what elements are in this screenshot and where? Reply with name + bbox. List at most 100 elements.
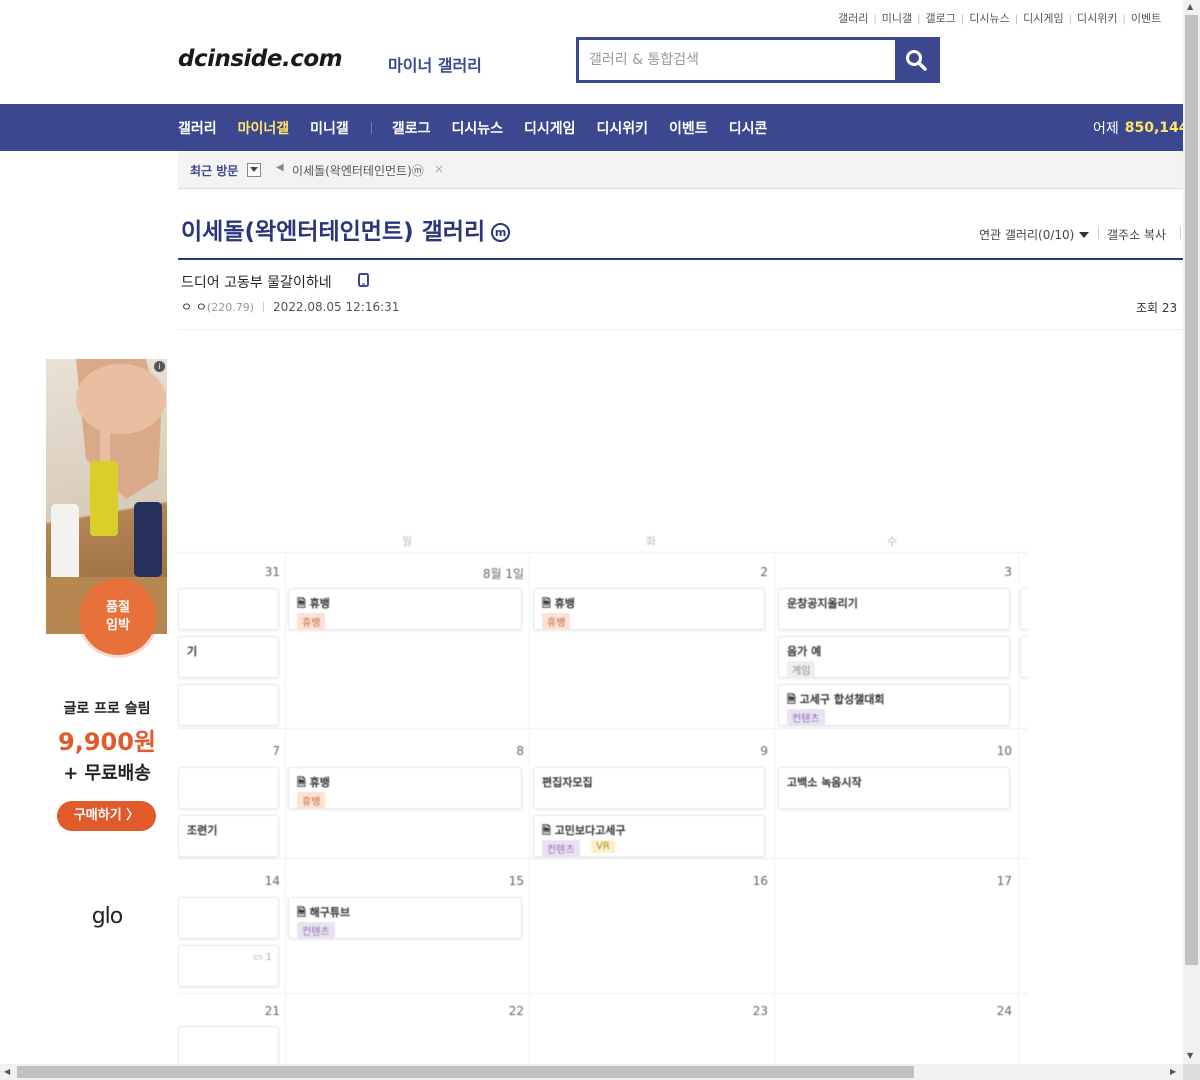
minor-gallery-logo[interactable]: 마이너 갤러리 bbox=[388, 52, 482, 76]
recent-prev-arrow-icon[interactable]: ◀ bbox=[276, 162, 284, 173]
nav-item[interactable]: 디시콘 bbox=[729, 118, 768, 138]
calendar-event-title: 고백소 녹음시작 bbox=[787, 776, 862, 789]
post-image-calendar[interactable]: 월 화 수 31 8월 1일 2 3 7 8 9 10 14 15 16 17 21 22 23 24 🗎 휴뱅 휴뱅 🗎… bbox=[178, 340, 1028, 1064]
calendar-date: 21 bbox=[264, 1004, 280, 1018]
calendar-date: 24 bbox=[996, 1004, 1012, 1018]
nav-item[interactable]: 갤로그 bbox=[392, 118, 431, 138]
dcinside-logo[interactable]: dcinside.com bbox=[178, 46, 343, 72]
calendar-header-line bbox=[178, 552, 1028, 553]
calendar-event-card: 🗎 휴뱅 휴뱅 bbox=[288, 588, 522, 630]
calendar-weekday: 화 bbox=[646, 535, 657, 548]
calendar-event-tag: 컨텐츠 bbox=[542, 840, 580, 857]
calendar-event-card: 🗎 휴뱅 휴뱅 bbox=[533, 588, 765, 630]
scroll-down-arrow-icon[interactable]: ▼ bbox=[1187, 1051, 1193, 1060]
calendar-date: 8 bbox=[516, 744, 524, 758]
top-link[interactable]: 디시게임 bbox=[1023, 12, 1063, 25]
calendar-event-card: 고백소 녹음시작 bbox=[778, 767, 1010, 809]
calendar-event-tag: 휴뱅 bbox=[297, 792, 326, 809]
divider: | bbox=[1122, 14, 1126, 25]
calendar-column-line bbox=[285, 552, 286, 1064]
nav-item[interactable]: 미니갤 bbox=[310, 118, 349, 138]
top-link[interactable]: 미니갤 bbox=[882, 12, 912, 25]
divider: | bbox=[1014, 14, 1019, 25]
copy-gallery-address-button[interactable]: 갤주소 복사 bbox=[1107, 226, 1166, 243]
calendar-date: 8월 1일 bbox=[482, 567, 524, 581]
global-nav-items: 갤러리 마이너갤 미니갤 갤로그 디시뉴스 디시게임 디시위키 이벤트 디시콘 bbox=[178, 104, 788, 151]
top-link[interactable]: 갤로그 bbox=[926, 12, 956, 25]
scroll-left-arrow-icon[interactable]: ◀ bbox=[4, 1067, 10, 1076]
calendar-comment-count: ▭ 1 bbox=[253, 952, 272, 963]
minor-gallery-badge-icon: m bbox=[491, 223, 511, 242]
search-input[interactable] bbox=[579, 40, 897, 80]
gallery-title[interactable]: 이세돌(왁엔터테인먼트) 갤러리 m bbox=[181, 212, 511, 246]
calendar-event-tag: 컨텐츠 bbox=[787, 709, 825, 726]
gallery-title-text: 이세돌(왁엔터테인먼트) 갤러리 bbox=[181, 219, 486, 245]
calendar-event-title: 운창공지올리기 bbox=[787, 597, 858, 610]
calendar-event-title: 🗎 휴뱅 bbox=[297, 597, 330, 610]
recent-visit-toggle[interactable] bbox=[247, 163, 261, 177]
calendar-event-title: 🗎 해구튜브 bbox=[297, 906, 351, 919]
scroll-up-arrow-icon[interactable]: ▲ bbox=[1187, 2, 1193, 11]
divider: | bbox=[1068, 14, 1072, 25]
nav-item[interactable]: 디시뉴스 bbox=[451, 118, 503, 138]
calendar-date: 2 bbox=[760, 565, 768, 579]
calendar-event-card: 🗎 고세구 합성챌대회 컨텐츠 bbox=[778, 684, 1010, 726]
horizontal-scrollbar[interactable]: ◀ ▶ bbox=[0, 1064, 1183, 1080]
yesterday-visitors: 어제 850,144 bbox=[1093, 104, 1189, 151]
calendar-date: 17 bbox=[996, 874, 1012, 888]
calendar-event-tag: 컨텐츠 bbox=[297, 922, 335, 939]
glo-logo: glo bbox=[91, 904, 124, 929]
calendar-event-title: 조련기 bbox=[187, 824, 218, 837]
top-link[interactable]: 디시뉴스 bbox=[969, 12, 1009, 25]
related-gallery-dropdown[interactable]: 연관 갤러리(0/10) bbox=[979, 226, 1090, 243]
side-ad-banner[interactable]: i 품절 임박 글로 프로 슬림 9,900원 + 무료배송 구매하기 〉 glo bbox=[46, 359, 168, 959]
calendar-event-title: 편집자모집 bbox=[542, 776, 593, 789]
calendar-date: 9 bbox=[760, 744, 768, 758]
calendar-date: 16 bbox=[752, 874, 768, 888]
calendar-event-card: ▭ 1 bbox=[178, 945, 279, 987]
post-views: 조회 23 bbox=[1136, 301, 1178, 315]
post-author[interactable]: ㅇ ㅇ bbox=[181, 300, 207, 314]
calendar-date: 23 bbox=[752, 1004, 768, 1018]
nav-item[interactable]: 갤러리 bbox=[178, 118, 217, 138]
ad-shipping: + 무료배송 bbox=[63, 763, 151, 784]
calendar-event-tag: 휴뱅 bbox=[542, 613, 571, 630]
calendar-date: 14 bbox=[264, 874, 280, 888]
top-link[interactable]: 이벤트 bbox=[1131, 12, 1161, 25]
calendar-date: 31 bbox=[264, 565, 280, 579]
soldout-badge: 품절 임박 bbox=[80, 579, 156, 655]
comment-icon: ▭ bbox=[252, 952, 266, 963]
ad-info-icon[interactable]: i bbox=[154, 361, 165, 372]
top-link[interactable]: 갤러리 bbox=[838, 12, 868, 25]
calendar-week-line bbox=[178, 858, 1028, 859]
vertical-scroll-thumb[interactable] bbox=[1185, 15, 1198, 965]
chevron-down-icon bbox=[1079, 232, 1090, 238]
nav-item[interactable]: 마이너갤 bbox=[238, 118, 290, 138]
search-box bbox=[576, 37, 940, 83]
scroll-right-arrow-icon[interactable]: ▶ bbox=[1170, 1067, 1176, 1076]
calendar-column-line bbox=[774, 552, 775, 1064]
calendar-event-card bbox=[178, 1026, 279, 1064]
calendar-event-card: 🗎 해구튜브컨텐츠 bbox=[288, 897, 522, 939]
divider bbox=[178, 329, 1183, 330]
top-link[interactable]: 디시위키 bbox=[1077, 12, 1117, 25]
soldout-badge-line1: 품절 bbox=[106, 600, 130, 616]
search-button[interactable] bbox=[895, 40, 937, 80]
ad-buy-button[interactable]: 구매하기 〉 bbox=[57, 801, 156, 831]
nav-item[interactable]: 디시위키 bbox=[597, 118, 649, 138]
top-utility-links: 갤러리 | 미니갤 | 갤로그 | 디시뉴스 | 디시게임 | 디시위키 | 이벤트 bbox=[838, 10, 1161, 26]
vertical-scrollbar[interactable]: ▲ ▼ bbox=[1183, 0, 1200, 1064]
nav-item[interactable]: 디시게임 bbox=[524, 118, 576, 138]
horizontal-scroll-thumb[interactable] bbox=[17, 1066, 914, 1078]
divider bbox=[262, 302, 264, 312]
calendar-week-line bbox=[178, 728, 1028, 729]
calendar-event-card bbox=[178, 897, 279, 939]
close-icon[interactable]: × bbox=[434, 162, 444, 176]
nav-item[interactable]: 이벤트 bbox=[669, 118, 708, 138]
search-icon bbox=[906, 50, 927, 71]
recent-visit-item[interactable]: 이세돌(왁엔터테인먼트)ⓜ bbox=[292, 162, 424, 179]
calendar-date: 3 bbox=[1004, 565, 1012, 579]
calendar-date: 22 bbox=[508, 1004, 524, 1018]
calendar-date: 10 bbox=[996, 744, 1012, 758]
calendar-event-card: 음가 예 게임 bbox=[778, 636, 1010, 678]
